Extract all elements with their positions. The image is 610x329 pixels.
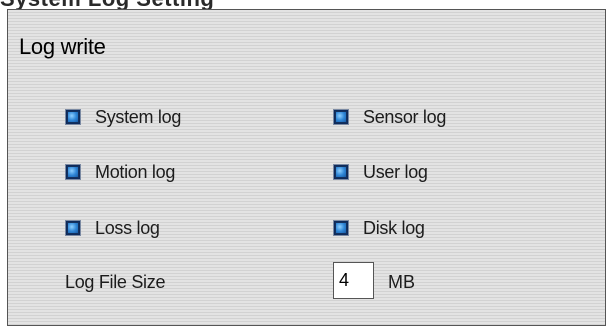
motion-log-checkbox[interactable] [66,165,80,179]
system-log-option[interactable]: System log [66,106,181,128]
motion-log-label: Motion log [95,161,176,182]
disk-log-checkbox[interactable] [334,221,348,235]
panel-title: Log write [19,34,106,59]
disk-log-label: Disk log [363,217,425,238]
motion-log-option[interactable]: Motion log [66,161,175,183]
sensor-log-option[interactable]: Sensor log [334,106,446,128]
sensor-log-checkbox[interactable] [334,110,348,124]
disk-log-option[interactable]: Disk log [334,217,425,239]
system-log-checkbox[interactable] [66,110,80,124]
log-file-size-label: Log File Size [65,272,166,292]
user-log-label: User log [363,161,428,182]
user-log-checkbox[interactable] [334,165,348,179]
system-log-label: System log [95,106,182,127]
size-unit-label: MB [388,272,415,292]
sensor-log-label: Sensor log [363,106,447,127]
user-log-option[interactable]: User log [334,161,428,183]
loss-log-label: Loss log [95,217,160,238]
loss-log-checkbox[interactable] [66,221,80,235]
log-file-size-input[interactable] [333,262,374,299]
loss-log-option[interactable]: Loss log [66,217,160,239]
